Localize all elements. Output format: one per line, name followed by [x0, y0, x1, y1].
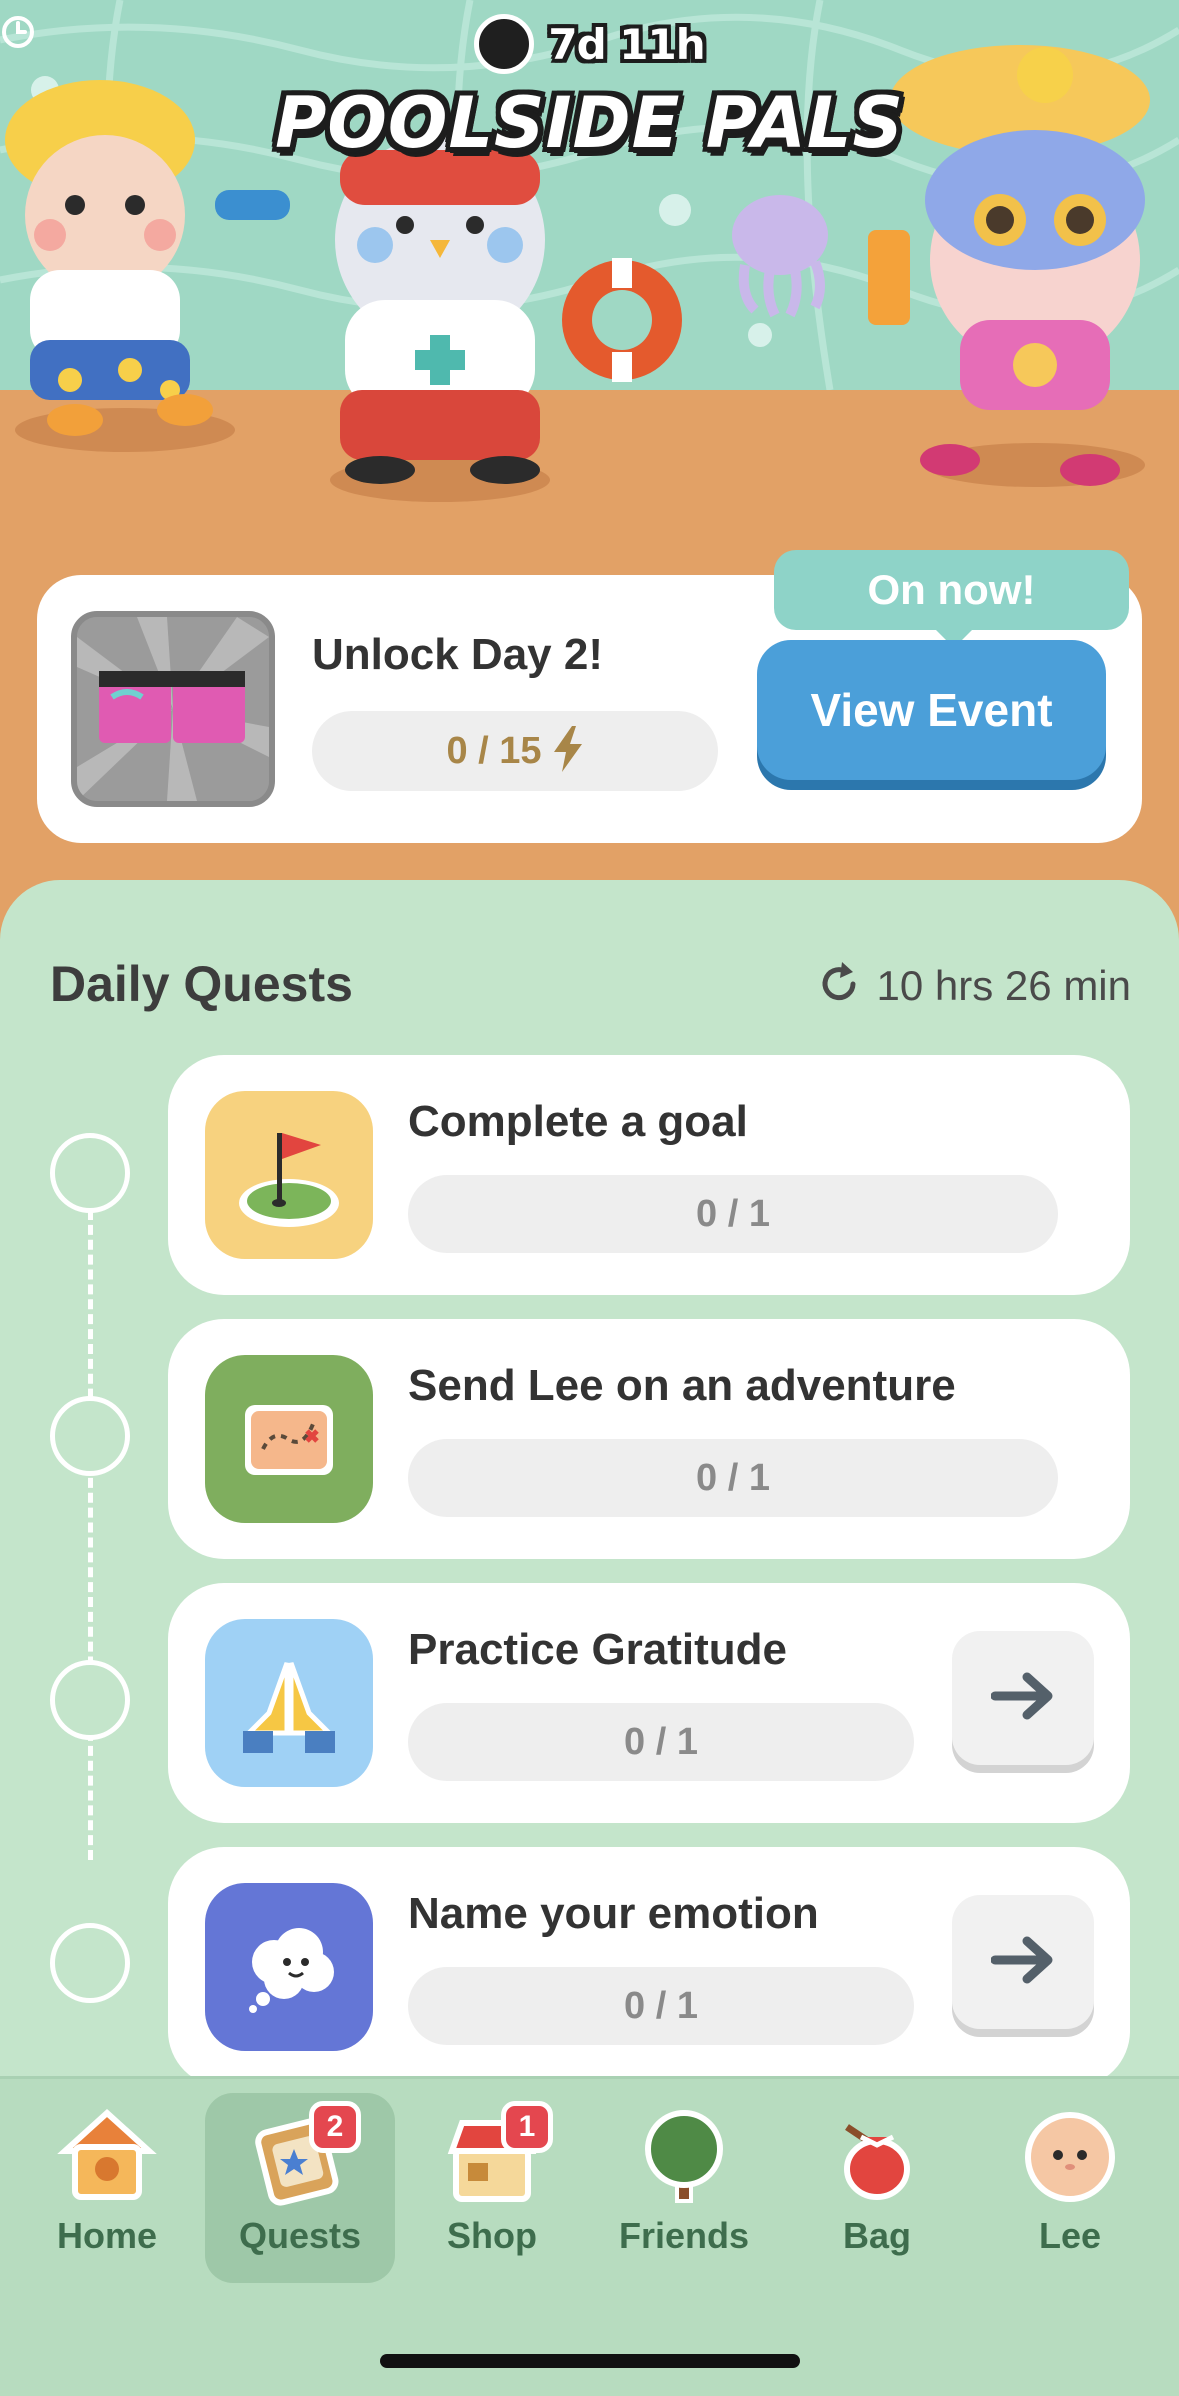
quest-progress: 0 / 1	[408, 1967, 914, 2045]
event-energy-progress-text: 0 / 15	[446, 729, 542, 772]
shop-icon: 1	[437, 2101, 553, 2207]
on-now-badge: On now!	[774, 550, 1129, 648]
view-event-button[interactable]: View Event	[757, 640, 1106, 780]
quest-title: Send Lee on an adventure	[408, 1361, 956, 1410]
cloud-face-icon	[205, 1883, 373, 2051]
flag-icon	[205, 1091, 373, 1259]
nav-label: Home	[56, 2215, 158, 2256]
event-timer: 7d 11h	[0, 14, 1179, 74]
quest-title: Practice Gratitude	[408, 1625, 788, 1674]
praying-hands-icon	[205, 1619, 373, 1787]
daily-quests-panel: Daily Quests 10 hrs 26 min Complete a go…	[0, 880, 1179, 2087]
nav-home[interactable]: Home	[12, 2093, 202, 2283]
nav-label: Bag	[842, 2215, 911, 2256]
unlock-day-label: Unlock Day 2!	[312, 630, 603, 679]
quest-board-icon: 2	[245, 2101, 361, 2207]
quest-progress: 0 / 1	[408, 1439, 1058, 1517]
nav-quests[interactable]: 2 Quests	[205, 2093, 395, 2283]
arrow-right-icon	[990, 1671, 1055, 1725]
quest-checkbox	[50, 1923, 130, 2003]
quest-go-button[interactable]	[952, 1631, 1094, 1765]
reward-preview-image	[71, 611, 275, 807]
home-indicator[interactable]	[380, 2354, 800, 2368]
quest-go-button[interactable]	[952, 1895, 1094, 2029]
birdhouse-icon	[52, 2107, 162, 2207]
nav-label: Quests	[238, 2215, 362, 2256]
event-timer-text: 7d 11h	[548, 19, 705, 69]
quest-title: Complete a goal	[408, 1097, 748, 1146]
event-banner[interactable]: 7d 11h POOLSIDE PALS	[0, 0, 1179, 560]
quest-progress: 0 / 1	[408, 1175, 1058, 1253]
event-energy-progress: 0 / 15	[312, 711, 718, 791]
quest-timeline	[88, 1210, 93, 1860]
quest-card-emotion[interactable]: Name your emotion 0 / 1	[168, 1847, 1130, 2087]
lightning-icon	[552, 726, 584, 776]
daily-quests-heading: Daily Quests	[50, 956, 353, 1012]
quests-refresh-timer: 10 hrs 26 min	[815, 960, 1131, 1012]
quest-checkbox	[50, 1660, 130, 1740]
quest-card-complete-goal[interactable]: Complete a goal 0 / 1	[168, 1055, 1130, 1295]
quests-badge: 2	[309, 2101, 361, 2153]
nav-lee-profile[interactable]: Lee	[975, 2093, 1165, 2283]
nav-label: Lee	[1038, 2215, 1102, 2256]
nav-bag[interactable]: Bag	[782, 2093, 972, 2283]
nav-shop[interactable]: 1 Shop	[397, 2093, 587, 2283]
clock-icon	[2, 14, 535, 74]
event-title: POOLSIDE PALS	[275, 82, 904, 164]
shop-badge: 1	[501, 2101, 553, 2153]
quest-card-gratitude[interactable]: Practice Gratitude 0 / 1	[168, 1583, 1130, 1823]
event-progress-card: Unlock Day 2! 0 / 15 On now! View Event	[37, 550, 1142, 843]
refresh-icon	[815, 960, 863, 1012]
quest-card-adventure[interactable]: Send Lee on an adventure 0 / 1	[168, 1319, 1130, 1559]
bottom-navigation: Home 2 Quests 1 Shop Friends Bag Lee	[0, 2076, 1179, 2396]
quest-checkbox	[50, 1133, 130, 1213]
quest-checkbox	[50, 1396, 130, 1476]
refresh-time-text: 10 hrs 26 min	[876, 962, 1131, 1009]
tree-icon	[629, 2107, 739, 2207]
quest-title: Name your emotion	[408, 1889, 819, 1938]
quest-progress: 0 / 1	[408, 1703, 914, 1781]
lee-avatar-icon	[1015, 2107, 1125, 2207]
nav-label: Shop	[447, 2215, 537, 2256]
bag-icon	[822, 2107, 932, 2207]
map-icon	[205, 1355, 373, 1523]
arrow-right-icon	[990, 1935, 1055, 1989]
nav-label: Friends	[618, 2215, 750, 2256]
nav-friends[interactable]: Friends	[589, 2093, 779, 2283]
